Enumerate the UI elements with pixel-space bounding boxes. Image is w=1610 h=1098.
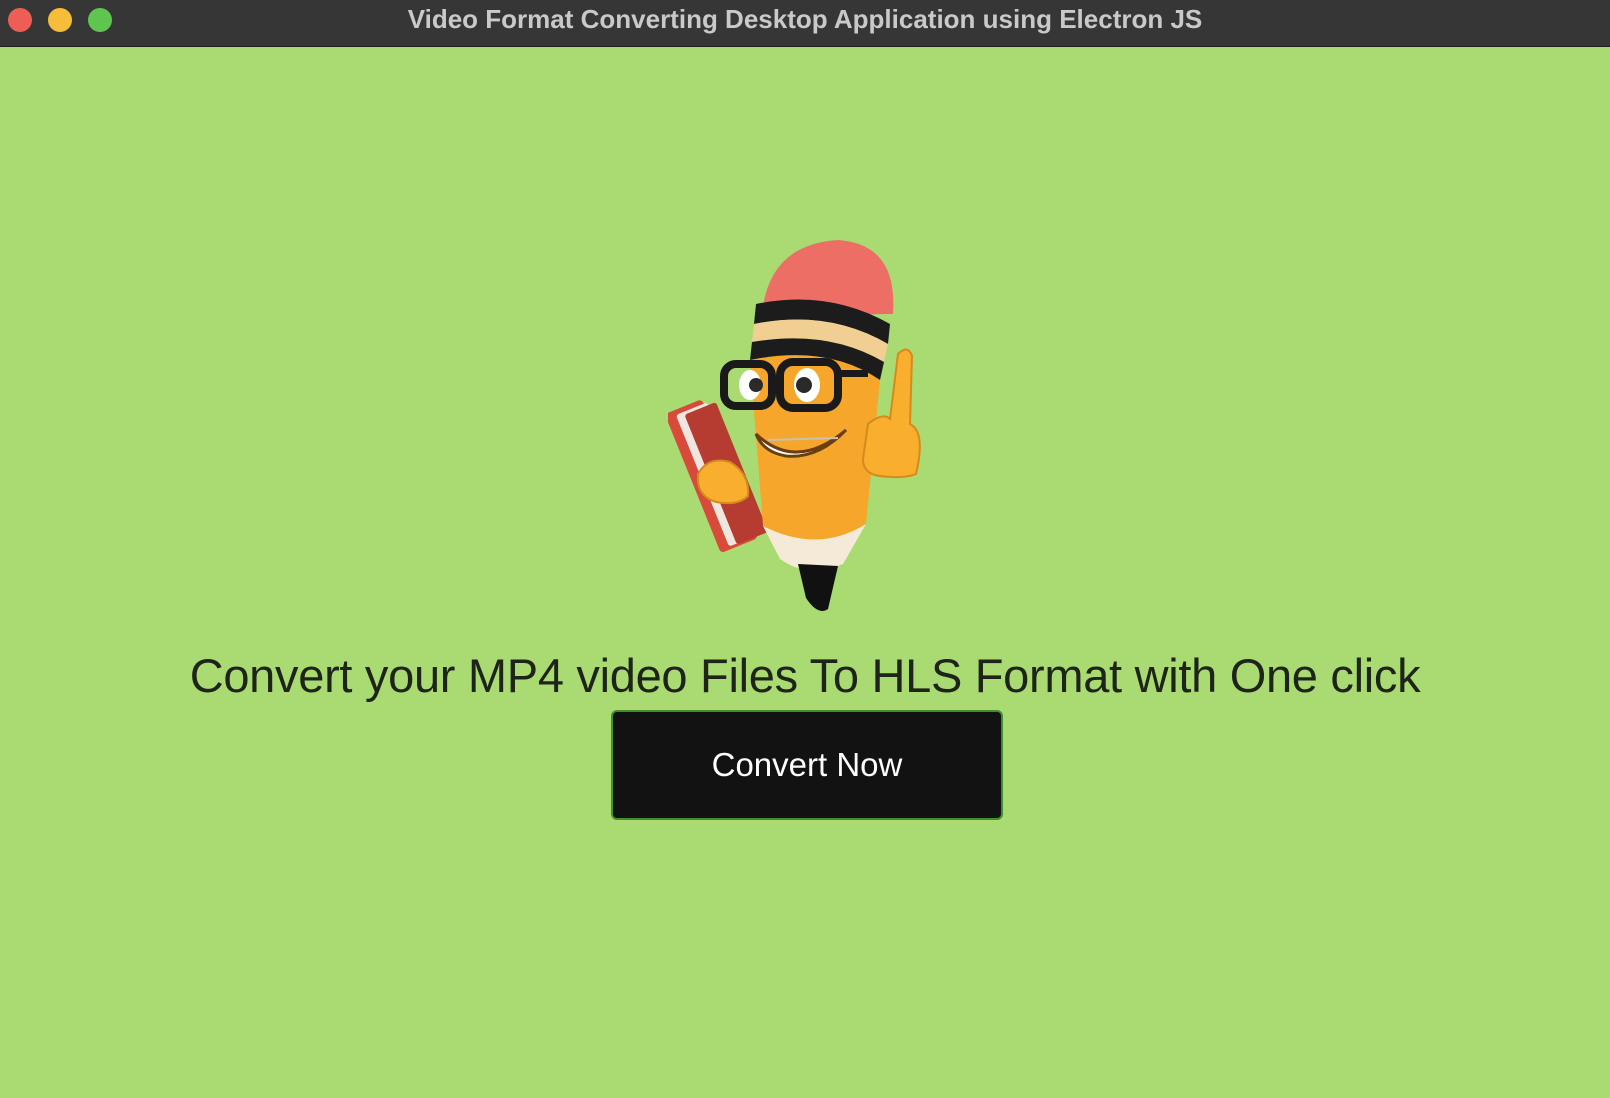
headline: Convert your MP4 video Files To HLS Form…	[189, 649, 1421, 702]
convert-now-button[interactable]: Convert Now	[611, 710, 1003, 820]
window-title: Video Format Converting Desktop Applicat…	[407, 4, 1203, 34]
pencil-mascot-icon	[668, 240, 921, 611]
title-bar: Video Format Converting Desktop Applicat…	[0, 0, 1610, 47]
main-content: Convert your MP4 video Files To HLS Form…	[0, 48, 1610, 1098]
